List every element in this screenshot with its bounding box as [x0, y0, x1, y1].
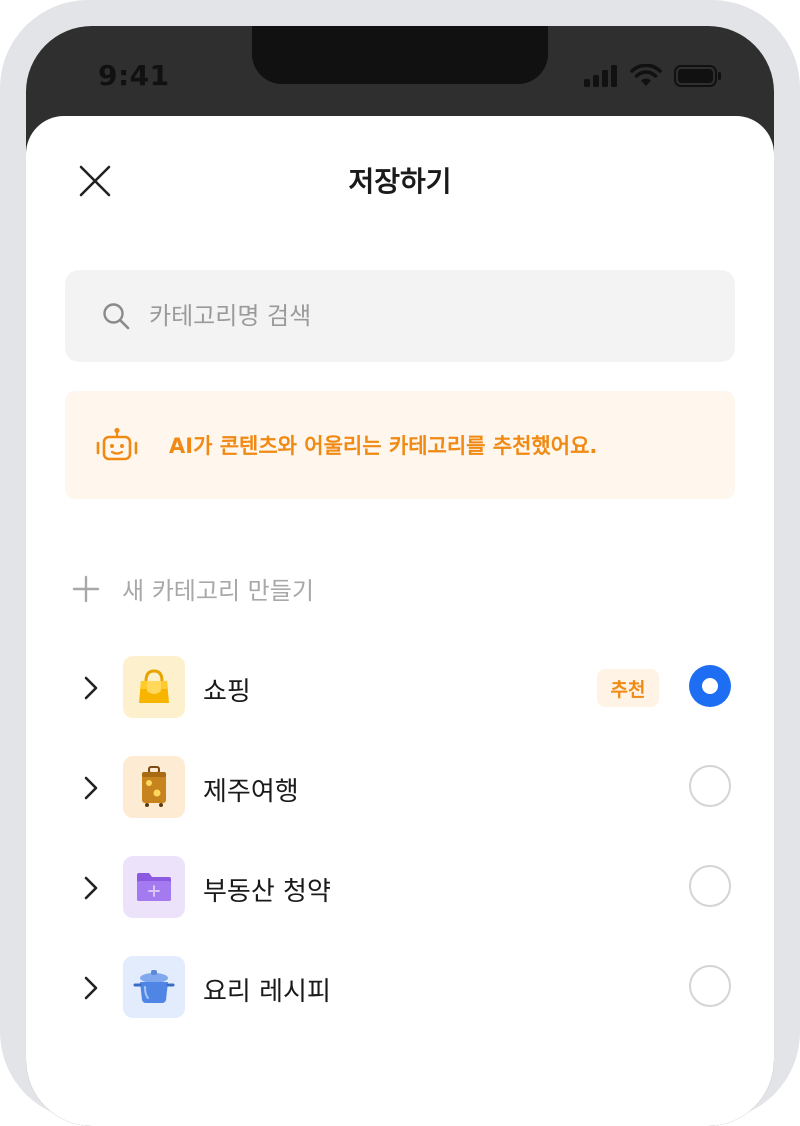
cooking-pot-icon	[133, 970, 175, 1003]
search-bar[interactable]	[65, 270, 735, 362]
category-row-recipe[interactable]: 요리 레시피	[65, 956, 735, 1020]
shopping-bag-icon	[139, 669, 169, 703]
category-radio-selected[interactable]	[689, 665, 731, 707]
folder-icon	[137, 873, 171, 901]
chevron-right-icon[interactable]	[77, 974, 105, 1002]
save-sheet: 저장하기 AI가 콘텐츠와 어울리는 카테고리를	[26, 116, 774, 1126]
chevron-right-icon[interactable]	[77, 674, 105, 702]
ai-banner-text: AI가 콘텐츠와 어울리는 카테고리를 추천했어요.	[169, 434, 598, 458]
new-category-button[interactable]: 새 카테고리 만들기	[72, 571, 314, 606]
category-radio[interactable]	[689, 865, 731, 907]
category-label: 쇼핑	[203, 677, 251, 707]
notch	[252, 26, 548, 84]
suitcase-icon	[142, 766, 166, 807]
category-thumbnail	[123, 656, 185, 718]
category-row-shopping[interactable]: 쇼핑 추천	[65, 656, 735, 720]
chevron-right-icon[interactable]	[77, 774, 105, 802]
status-time: 9:41	[98, 59, 170, 92]
ai-recommendation-banner: AI가 콘텐츠와 어울리는 카테고리를 추천했어요.	[65, 391, 735, 499]
category-label: 제주여행	[203, 777, 299, 807]
battery-icon	[674, 65, 721, 87]
robot-icon	[96, 427, 138, 461]
page-title: 저장하기	[348, 165, 452, 198]
search-input[interactable]	[147, 301, 671, 331]
search-icon	[103, 303, 130, 330]
status-icons	[584, 64, 722, 88]
signal-icon	[584, 65, 617, 87]
category-radio[interactable]	[689, 765, 731, 807]
category-label: 요리 레시피	[203, 977, 331, 1007]
wifi-icon	[630, 64, 662, 86]
category-thumbnail	[123, 956, 185, 1018]
recommend-badge: 추천	[597, 669, 659, 707]
category-thumbnail	[123, 756, 185, 818]
category-row-jeju-trip[interactable]: 제주여행	[65, 756, 735, 820]
chevron-right-icon[interactable]	[77, 874, 105, 902]
phone-screen: 9:41 저장하기 카테고리명 검색 AI가 콘텐츠와 어울리는 카테고리를 추…	[26, 26, 774, 1126]
category-radio[interactable]	[689, 965, 731, 1007]
device-frame: 9:41 저장하기 카테고리명 검색 AI가 콘텐츠와 어울리는 카테고리를 추…	[0, 0, 800, 1126]
category-label: 부동산 청약	[203, 877, 331, 907]
plus-icon	[72, 575, 100, 602]
new-category-label: 새 카테고리 만들기	[122, 577, 314, 605]
category-thumbnail	[123, 856, 185, 918]
category-row-real-estate[interactable]: 부동산 청약	[65, 856, 735, 920]
